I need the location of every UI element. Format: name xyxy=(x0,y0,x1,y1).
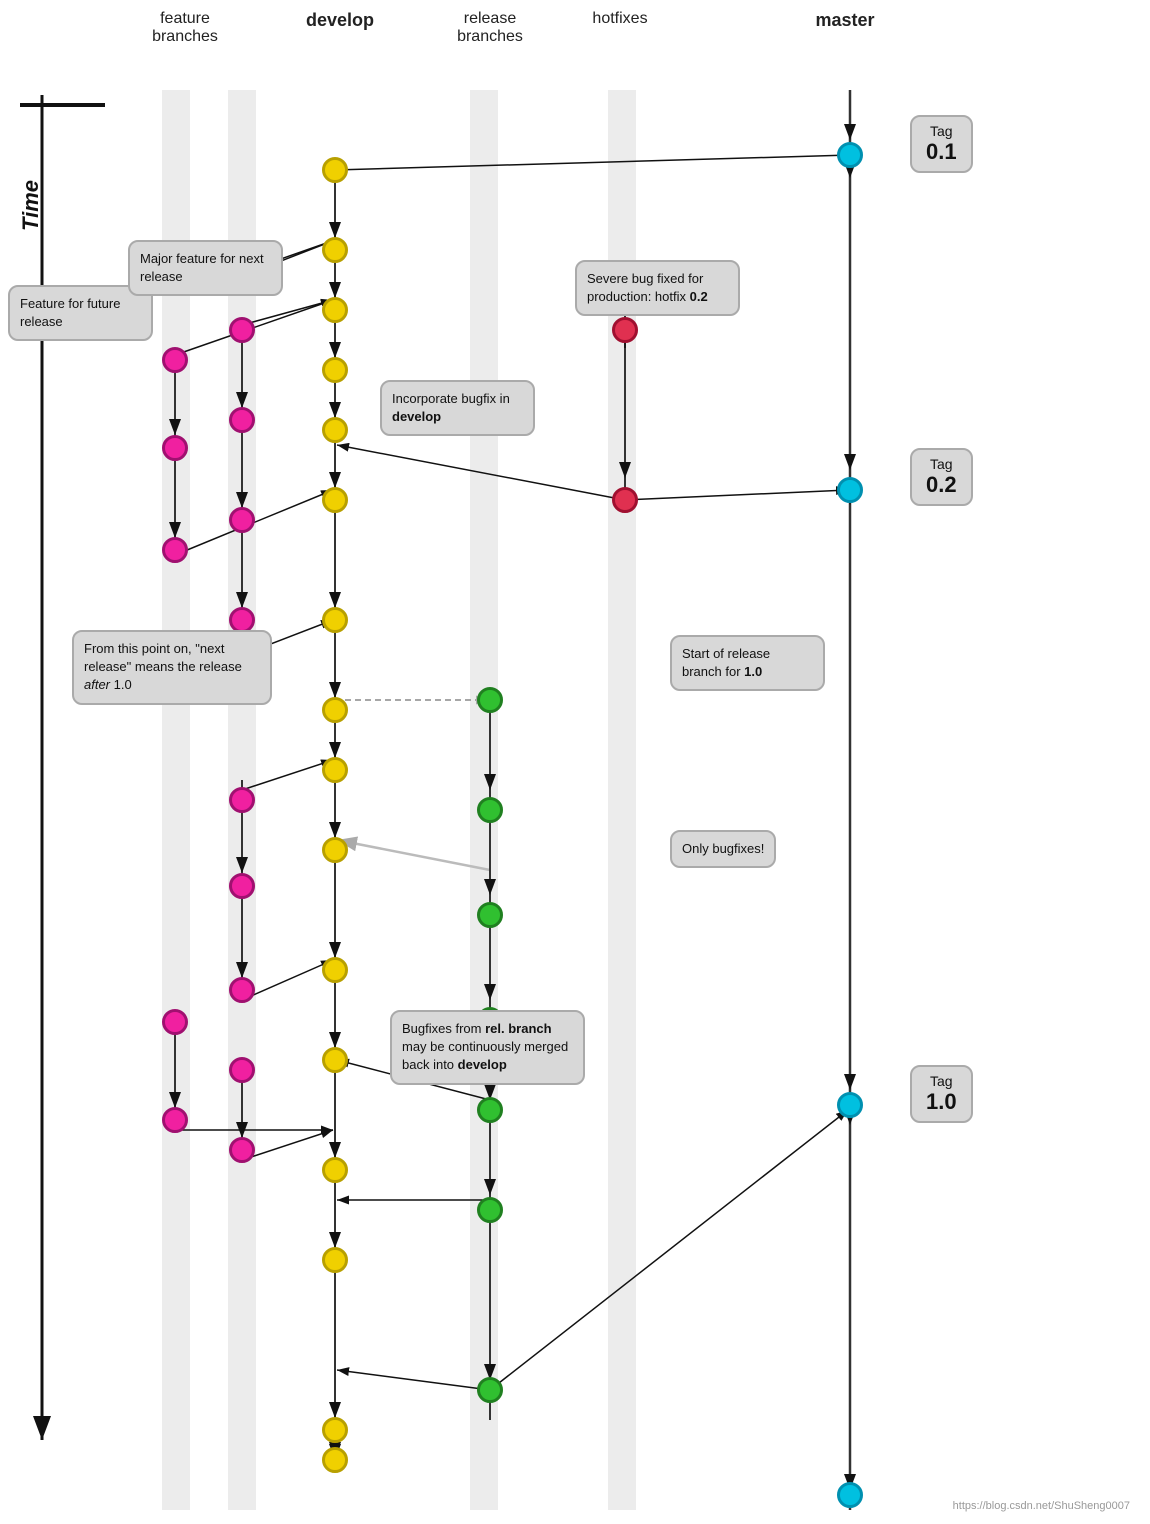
develop-node-4 xyxy=(322,357,348,383)
develop-node-14 xyxy=(322,1247,348,1273)
feature2-node-5 xyxy=(229,787,255,813)
feature2-node-6 xyxy=(229,873,255,899)
feature1-node-5 xyxy=(162,1107,188,1133)
callout-next-release: From this point on, "next release" means… xyxy=(72,630,272,705)
release-node-2 xyxy=(477,797,503,823)
tag-10-label: Tag xyxy=(930,1073,953,1089)
tag-01-label: Tag xyxy=(930,123,953,139)
develop-node-11 xyxy=(322,957,348,983)
feature2-node-3 xyxy=(229,507,255,533)
release-node-7 xyxy=(477,1377,503,1403)
callout-release-branch: Start of release branch for 1.0 xyxy=(670,635,825,691)
tag-01-box: Tag 0.1 xyxy=(910,115,973,173)
tag-02-label: Tag xyxy=(930,456,953,472)
master-node-2 xyxy=(837,477,863,503)
develop-node-15 xyxy=(322,1417,348,1443)
release-node-5 xyxy=(477,1097,503,1123)
hotfix-node-1 xyxy=(612,317,638,343)
feature2-node-2 xyxy=(229,407,255,433)
develop-node-7 xyxy=(322,607,348,633)
feature1-node-1 xyxy=(162,347,188,373)
tag-02-box: Tag 0.2 xyxy=(910,448,973,506)
tag-10-value: 1.0 xyxy=(926,1089,957,1115)
callout-hotfix: Severe bug fixed for production: hotfix … xyxy=(575,260,740,316)
callout-bugfixes-back: Bugfixes from rel. branch may be continu… xyxy=(390,1010,585,1085)
master-node-4 xyxy=(837,1482,863,1508)
develop-node-5 xyxy=(322,417,348,443)
feature1-node-4 xyxy=(162,1009,188,1035)
tag-02-value: 0.2 xyxy=(926,472,957,498)
develop-node-12 xyxy=(322,1047,348,1073)
master-node-1 xyxy=(837,142,863,168)
callout-bugfix-develop: Incorporate bugfix in develop xyxy=(380,380,535,436)
develop-node-8 xyxy=(322,697,348,723)
master-node-3 xyxy=(837,1092,863,1118)
feature1-band xyxy=(162,90,190,1510)
diagram-container: featurebranches develop releasebranches … xyxy=(0,0,1150,1524)
develop-node-9 xyxy=(322,757,348,783)
develop-node-3 xyxy=(322,297,348,323)
develop-node-10 xyxy=(322,837,348,863)
hotfixes-header: hotfixes xyxy=(570,10,670,28)
develop-header: develop xyxy=(295,10,385,31)
develop-node-2 xyxy=(322,237,348,263)
release-branches-header: releasebranches xyxy=(430,10,550,46)
hotfix-node-2 xyxy=(612,487,638,513)
master-header: master xyxy=(800,10,890,31)
callout-only-bugfixes: Only bugfixes! xyxy=(670,830,776,868)
tag-10-box: Tag 1.0 xyxy=(910,1065,973,1123)
develop-node-1 xyxy=(322,157,348,183)
feature2-node-1 xyxy=(229,317,255,343)
release-node-6 xyxy=(477,1197,503,1223)
feature2-node-9 xyxy=(229,1137,255,1163)
feature1-node-3 xyxy=(162,537,188,563)
release-node-1 xyxy=(477,687,503,713)
time-label: Time xyxy=(18,180,44,231)
feature2-node-8 xyxy=(229,1057,255,1083)
release-node-3 xyxy=(477,902,503,928)
feature2-node-7 xyxy=(229,977,255,1003)
develop-node-13 xyxy=(322,1157,348,1183)
watermark: https://blog.csdn.net/ShuSheng0007 xyxy=(953,1500,1130,1512)
feature1-node-2 xyxy=(162,435,188,461)
callout-major-feature: Major feature for next release xyxy=(128,240,283,296)
develop-node-6 xyxy=(322,487,348,513)
feature-branches-header: featurebranches xyxy=(120,10,250,46)
tag-01-value: 0.1 xyxy=(926,139,957,165)
develop-node-16 xyxy=(322,1447,348,1473)
